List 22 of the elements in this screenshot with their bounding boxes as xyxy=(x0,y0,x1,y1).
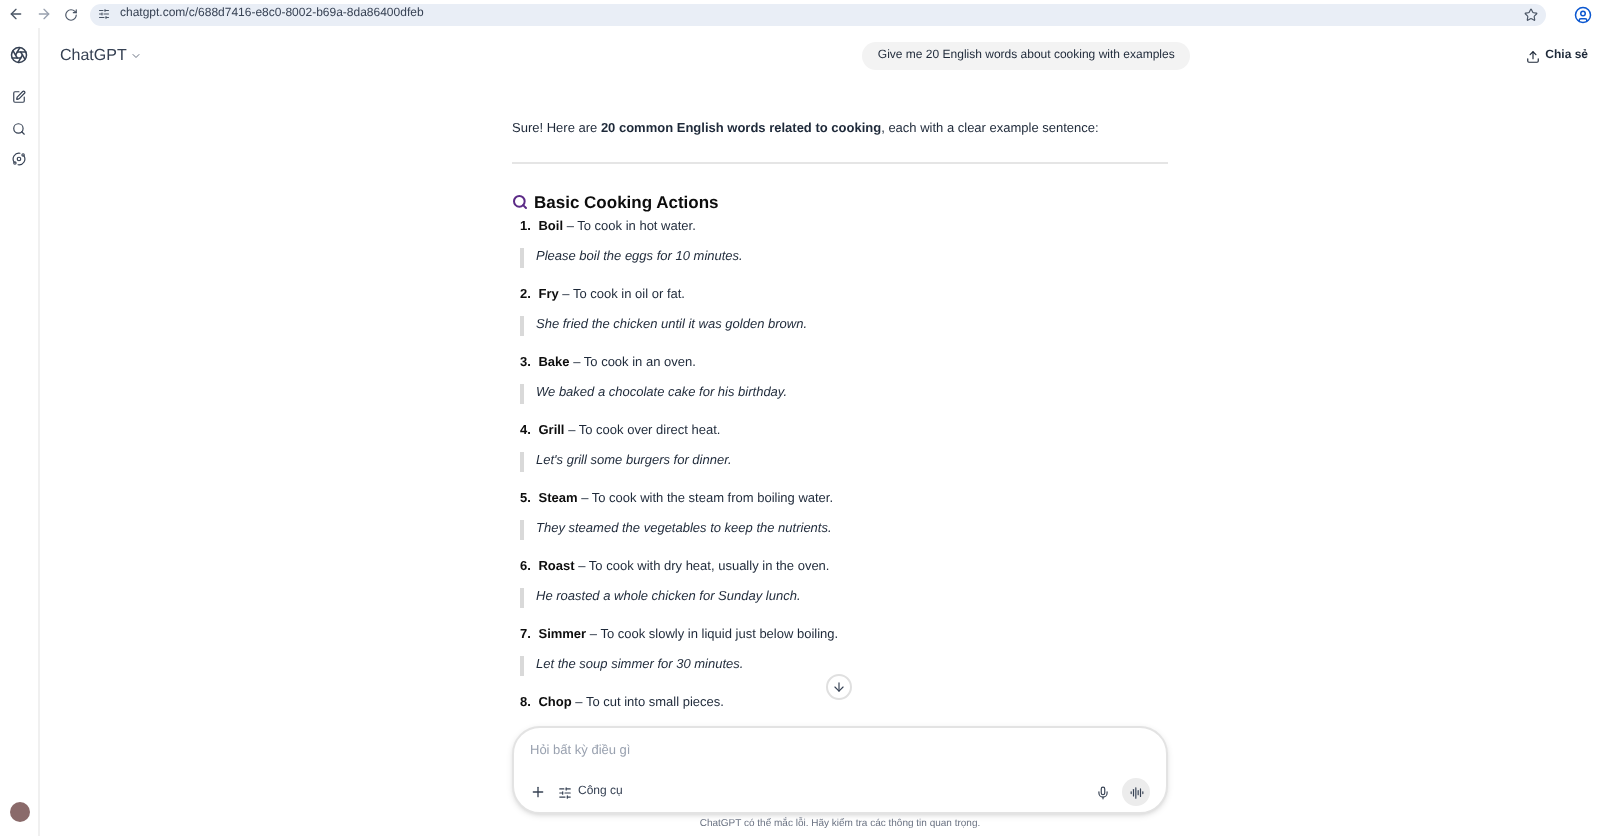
chevron-icon xyxy=(130,50,143,62)
arrow-down-icon xyxy=(832,680,846,694)
user-avatar[interactable] xyxy=(9,802,29,822)
site-settings-icon[interactable] xyxy=(98,8,110,20)
share-icon xyxy=(1525,49,1540,63)
microphone-icon[interactable] xyxy=(1096,785,1110,799)
plus-icon[interactable] xyxy=(530,784,546,800)
scroll-down-button[interactable] xyxy=(826,674,852,700)
new-chat-icon[interactable] xyxy=(12,90,26,104)
star-icon[interactable] xyxy=(1524,7,1538,21)
reload-icon[interactable] xyxy=(64,7,78,21)
sliders-icon xyxy=(558,785,572,799)
voice-mode-button[interactable] xyxy=(1122,778,1150,806)
model-selector[interactable]: ChatGPT xyxy=(60,44,143,68)
search-icon[interactable] xyxy=(12,122,26,136)
profile-icon[interactable] xyxy=(1574,5,1592,23)
magnifier-icon xyxy=(512,194,528,210)
logo-icon[interactable] xyxy=(10,46,28,64)
audio-wave-icon xyxy=(1129,785,1143,799)
section-heading: Basic Cooking Actions xyxy=(534,189,719,215)
orbit-icon[interactable] xyxy=(12,152,26,166)
back-icon[interactable] xyxy=(8,6,24,22)
